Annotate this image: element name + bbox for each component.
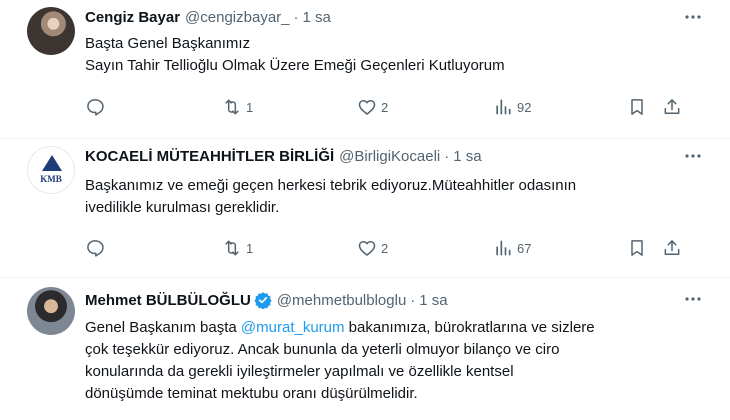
timestamp[interactable]: 1 sa — [419, 292, 447, 309]
share-icon — [664, 99, 680, 114]
repost-count: 1 — [246, 99, 254, 115]
separator-dot: · — [410, 291, 416, 309]
reply-icon — [87, 240, 104, 257]
timestamp[interactable]: 1 sa — [453, 148, 481, 165]
tweet-line: konularında da gerekli iyileştirmeler ya… — [85, 363, 514, 380]
separator-dot: · — [444, 148, 450, 165]
tweet-header: Mehmet BÜLBÜLOĞLU @mehmetbulbloglu · 1 s… — [85, 291, 448, 309]
like-count: 2 — [381, 240, 389, 256]
reply-button[interactable] — [85, 237, 109, 259]
timestamp[interactable]: 1 sa — [303, 9, 331, 26]
repost-count: 1 — [246, 240, 254, 256]
views-count: 92 — [517, 99, 532, 115]
views-icon — [496, 240, 511, 256]
tweet-line-start: Genel Başkanım başta — [85, 319, 241, 336]
tweet-text: Başkanımız ve emeği geçen herkesi tebrik… — [85, 175, 715, 219]
kmb-logo-mark — [42, 155, 62, 171]
repost-icon — [225, 99, 239, 115]
like-icon — [358, 241, 376, 256]
avatar[interactable] — [27, 7, 75, 55]
tweet-line: Genel Başkanım başta @murat_kurum bakanı… — [85, 317, 715, 339]
kmb-logo-text: KMB — [40, 174, 62, 184]
tweet-3[interactable]: Mehmet BÜLBÜLOĞLU @mehmetbulbloglu · 1 s… — [0, 278, 730, 420]
more-icon[interactable] — [684, 14, 702, 20]
tweet-header: Cengiz Bayar @cengizbayar_ · 1 sa — [85, 9, 331, 26]
tweet-line: çok teşekkür ediyoruz. Ancak bununla da … — [85, 341, 560, 358]
more-icon[interactable] — [684, 296, 702, 302]
share-icon — [664, 240, 680, 255]
action-bar: 1 2 67 — [85, 237, 690, 259]
like-count: 2 — [381, 99, 389, 115]
avatar[interactable] — [27, 287, 75, 335]
more-icon[interactable] — [684, 153, 702, 159]
share-button[interactable] — [662, 237, 682, 259]
tweet-line-end: bakanımıza, bürokratlarına ve sizlere — [344, 319, 595, 336]
views-icon — [496, 99, 511, 115]
tweet-header: KOCAELİ MÜTEAHHİTLER BİRLİĞİ @BirligiKoc… — [85, 148, 482, 165]
tweet-line: Başta Genel Başkanımız — [85, 35, 251, 52]
bookmark-icon — [631, 240, 643, 256]
separator-dot: · — [293, 9, 299, 26]
bookmark-button[interactable] — [627, 96, 647, 118]
repost-button[interactable]: 1 — [222, 237, 253, 259]
repost-button[interactable]: 1 — [222, 96, 253, 118]
like-icon — [358, 100, 376, 115]
reply-icon — [87, 99, 104, 116]
views-button[interactable]: 92 — [493, 96, 531, 118]
mention-link[interactable]: @murat_kurum — [241, 319, 345, 336]
share-button[interactable] — [662, 96, 682, 118]
author-name[interactable]: Cengiz Bayar — [85, 9, 180, 26]
reply-button[interactable] — [85, 96, 109, 118]
tweet-text: Başta Genel Başkanımız Sayın Tahir Telli… — [85, 33, 715, 77]
tweet-text: Genel Başkanım başta @murat_kurum bakanı… — [85, 317, 715, 405]
author-handle[interactable]: @BirligiKocaeli — [339, 148, 440, 165]
views-button[interactable]: 67 — [493, 237, 531, 259]
author-name[interactable]: Mehmet BÜLBÜLOĞLU — [85, 292, 251, 309]
views-count: 67 — [517, 240, 532, 256]
author-handle[interactable]: @mehmetbulbloglu — [277, 292, 406, 309]
like-button[interactable]: 2 — [357, 96, 388, 118]
bookmark-icon — [631, 99, 643, 115]
repost-icon — [225, 240, 239, 256]
tweet-2[interactable]: KMB KOCAELİ MÜTEAHHİTLER BİRLİĞİ @Birlig… — [0, 139, 730, 278]
bookmark-button[interactable] — [627, 237, 647, 259]
tweet-line: dönüşümde teminat mektubu oranı düşürülm… — [85, 385, 418, 402]
tweet-line: Başkanımız ve emeği geçen herkesi tebrik… — [85, 177, 577, 194]
avatar[interactable]: KMB — [27, 146, 75, 194]
verified-badge-icon — [254, 292, 272, 309]
tweet-1[interactable]: Cengiz Bayar @cengizbayar_ · 1 sa Başta … — [0, 0, 730, 139]
tweet-line: Sayın Tahir Tellioğlu Olmak Üzere Emeği … — [85, 57, 505, 74]
author-handle[interactable]: @cengizbayar_ — [185, 9, 289, 26]
like-button[interactable]: 2 — [357, 237, 388, 259]
tweet-line: ivedilikle kurulması gereklidir. — [85, 199, 280, 216]
author-name[interactable]: KOCAELİ MÜTEAHHİTLER BİRLİĞİ — [85, 148, 334, 165]
action-bar: 1 2 92 — [85, 96, 690, 118]
